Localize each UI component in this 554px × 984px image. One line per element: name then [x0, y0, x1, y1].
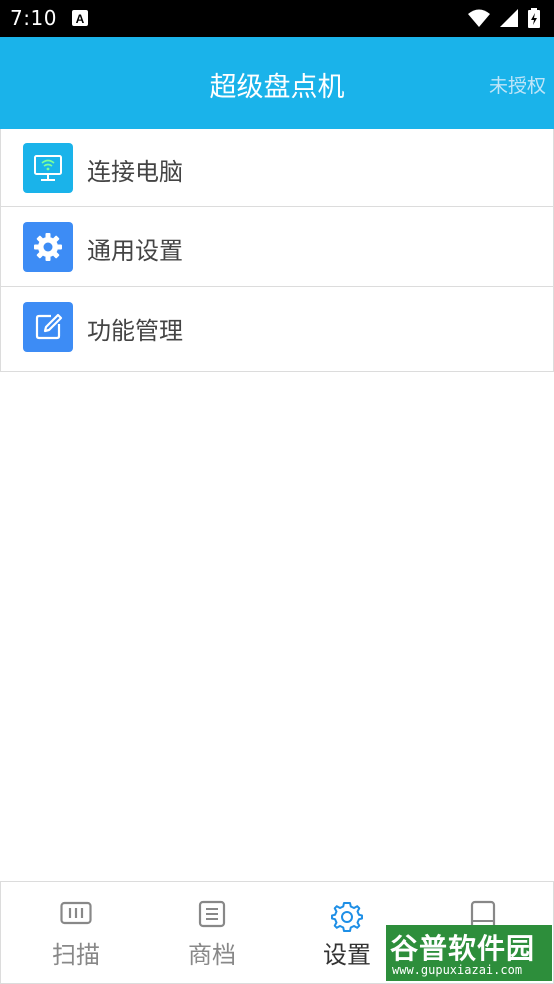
watermark-brand: 谷普软件园: [390, 932, 536, 965]
list-doc-icon: [198, 900, 226, 932]
signal-icon: [500, 9, 518, 27]
app-bar: 超级盘点机 未授权: [0, 37, 554, 129]
tab-label: 扫描: [52, 941, 100, 969]
status-time: 7:10: [10, 6, 57, 30]
notification-a-icon: A: [72, 10, 88, 26]
barcode-icon: [60, 900, 92, 930]
edit-icon: [23, 302, 73, 352]
tab-scan[interactable]: 扫描: [7, 882, 145, 983]
tab-products[interactable]: 商档: [143, 882, 281, 983]
gear-icon: [23, 222, 73, 272]
menu-item-label: 功能管理: [87, 317, 183, 345]
menu-item-feature-management[interactable]: 功能管理: [0, 287, 554, 372]
menu-item-general-settings[interactable]: 通用设置: [0, 207, 554, 287]
monitor-wifi-icon: [23, 143, 73, 193]
battery-icon: [528, 8, 540, 28]
wifi-icon: [468, 9, 490, 27]
page-title: 超级盘点机: [209, 72, 345, 103]
license-status-button[interactable]: 未授权: [489, 71, 546, 98]
menu-item-connect-pc[interactable]: 连接电脑: [0, 129, 554, 207]
menu-item-label: 通用设置: [87, 237, 183, 265]
tab-label: 商档: [188, 941, 236, 969]
watermark-logo: 谷普软件园 www.gupuxiazai.com: [386, 925, 552, 981]
gear-icon: [331, 900, 363, 936]
menu-item-label: 连接电脑: [87, 158, 183, 186]
svg-text:A: A: [76, 12, 85, 26]
watermark-url: www.gupuxiazai.com: [392, 963, 523, 977]
status-bar: 7:10 A: [0, 0, 554, 37]
